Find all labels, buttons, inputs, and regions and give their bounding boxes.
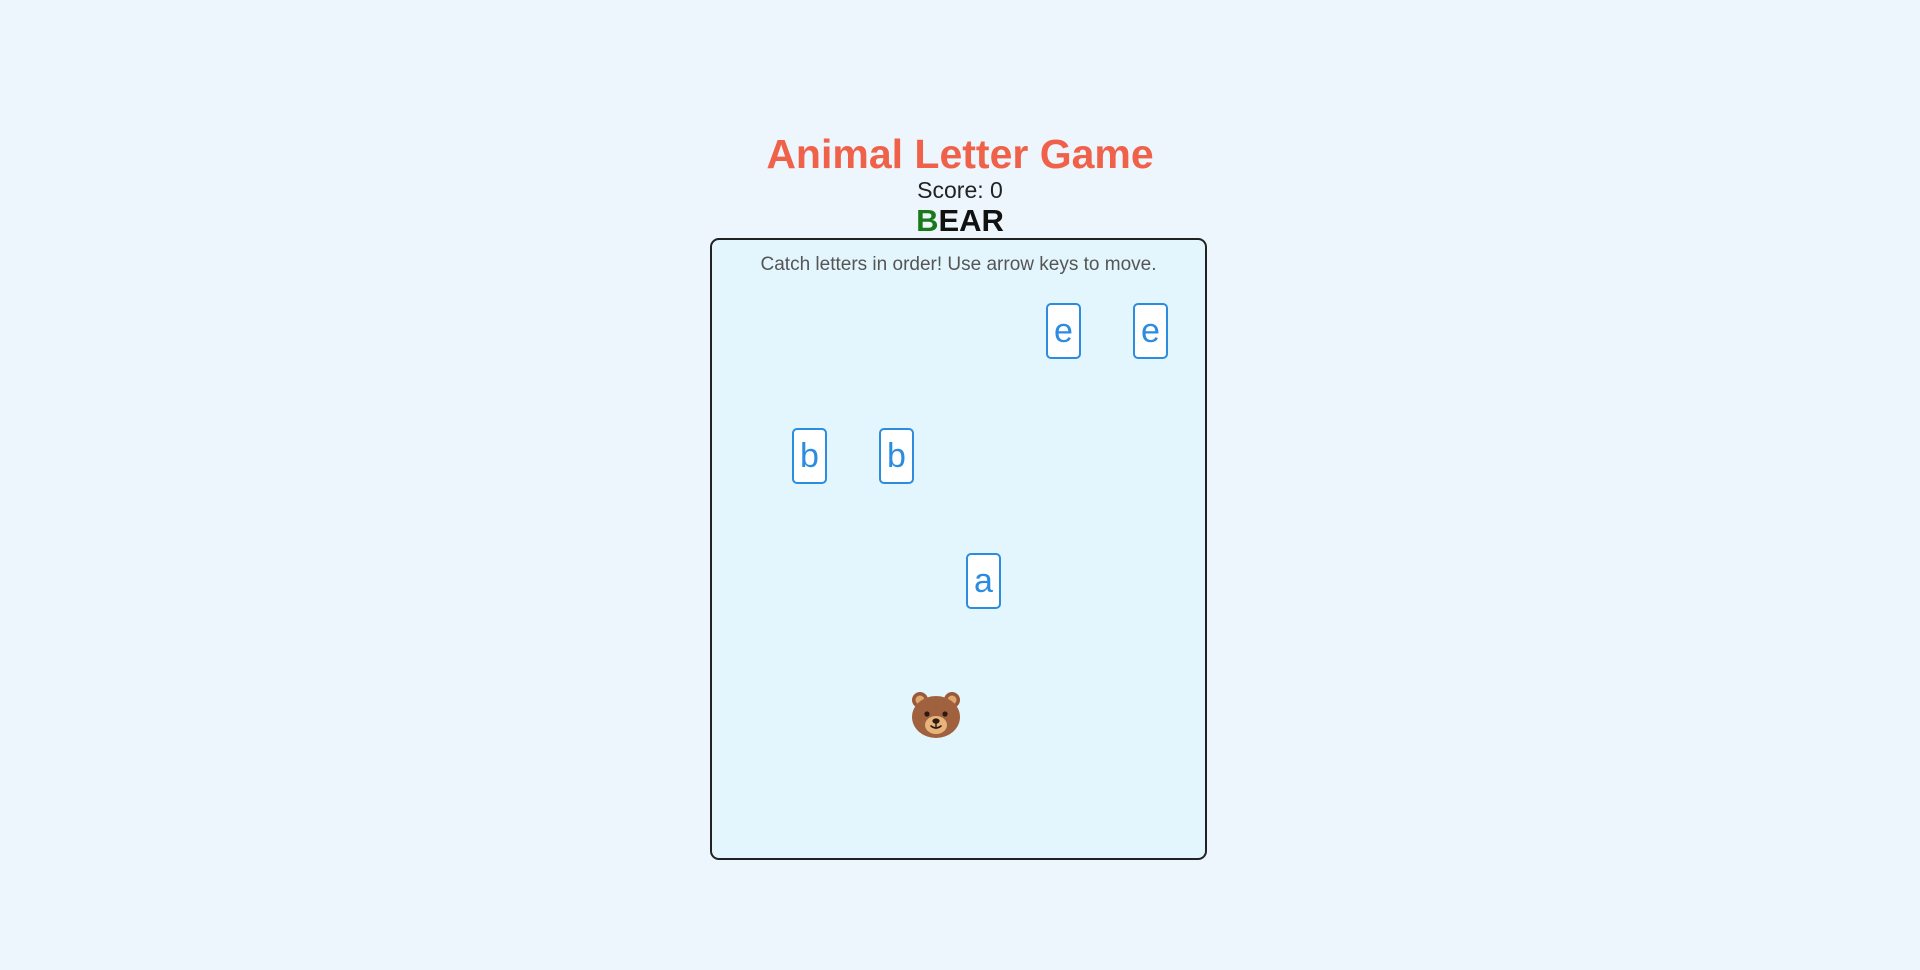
remaining-letters: EAR [938,203,1004,238]
caught-letters: B [916,203,939,238]
falling-letter-e: e [1046,303,1081,359]
target-word: BEAR [0,204,1920,238]
game-title: Animal Letter Game [766,131,1154,177]
falling-letter-b: b [879,428,914,484]
instructions-text: Catch letters in order! Use arrow keys t… [760,254,1157,275]
falling-letter-b: b [792,428,827,484]
falling-letter-a: a [966,553,1001,609]
game-page: Animal Letter Game Score: 0 BEAR Catch l… [0,0,1920,970]
game-board[interactable]: Catch letters in order! Use arrow keys t… [710,238,1207,860]
bear-face-icon[interactable] [908,690,964,740]
score-display: Score: 0 [917,177,1003,203]
falling-letter-e: e [1133,303,1168,359]
